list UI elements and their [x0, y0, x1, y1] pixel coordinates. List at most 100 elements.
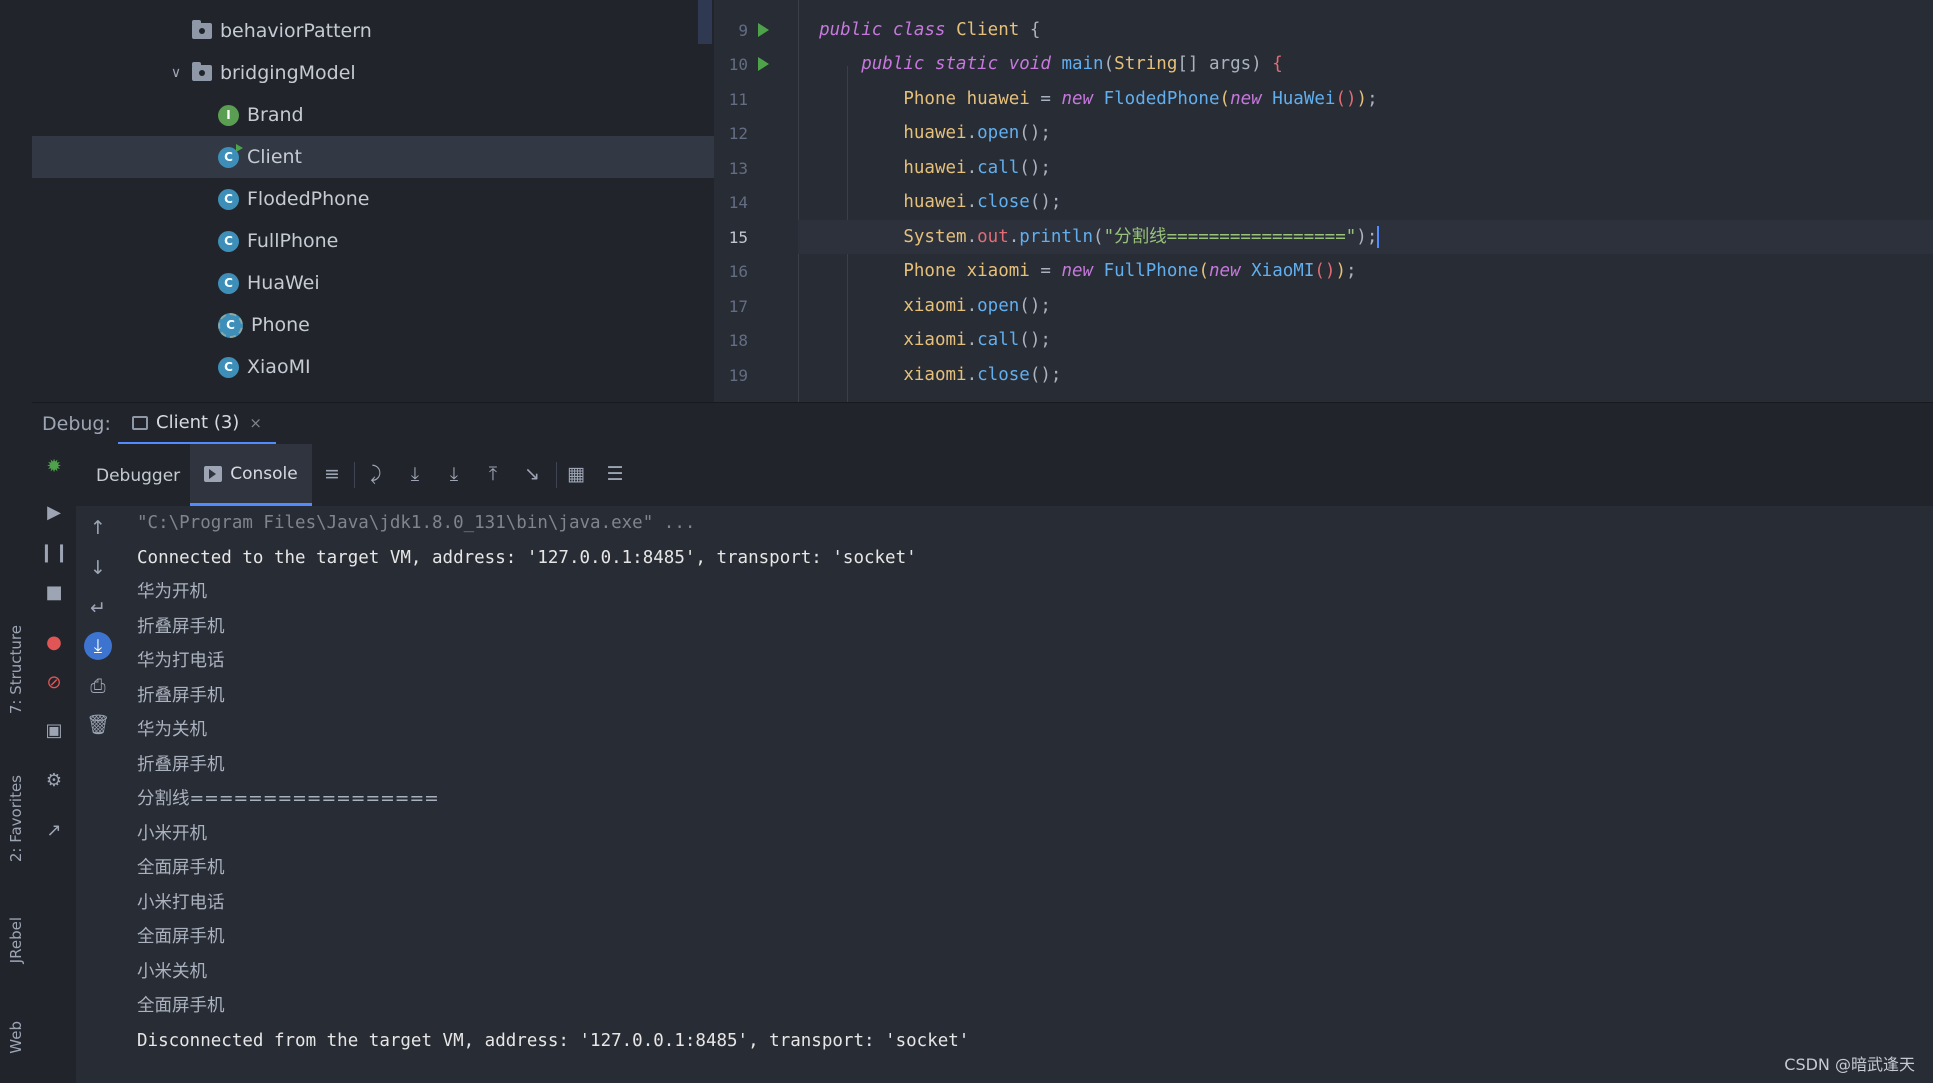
- pause-icon[interactable]: ❙❙: [39, 540, 69, 564]
- console-output-line: 折叠屏手机: [137, 686, 225, 706]
- console-output-line: 全面屏手机: [137, 927, 225, 947]
- jrebel-tab[interactable]: JRebel: [2, 900, 30, 980]
- code-line: huawei.call();: [903, 158, 1051, 178]
- run-icon[interactable]: [758, 57, 769, 71]
- structure-tab-label: 7: Structure: [7, 625, 25, 715]
- jrebel-tab-label: JRebel: [7, 916, 25, 964]
- stop-icon[interactable]: ■: [42, 580, 66, 604]
- gutter-line: 11: [728, 90, 748, 109]
- tree-item-label: Phone: [251, 314, 310, 336]
- step-out-icon[interactable]: ⤒: [481, 462, 505, 486]
- gear-icon[interactable]: ⚙: [42, 768, 66, 792]
- debug-session-tab[interactable]: Client (3) ×: [118, 403, 276, 445]
- abstract-class-icon: C: [218, 312, 243, 338]
- arrow-down-icon[interactable]: ↓: [84, 554, 112, 582]
- console-output-line: 小米打电话: [137, 893, 225, 913]
- web-tab[interactable]: Web: [2, 1002, 30, 1072]
- run-icon[interactable]: [758, 23, 769, 37]
- debug-subtoolbar: Debugger Console ≡ ⤸ ⤓ ⤓ ⤒ ↘ ▦ ☰: [76, 444, 1933, 506]
- favorites-tab[interactable]: 2: Favorites: [2, 760, 30, 878]
- tree-item-label: HuaWei: [247, 272, 320, 294]
- window-icon: [132, 415, 148, 430]
- code-line: huawei.open();: [903, 123, 1051, 143]
- console-output-line: 华为打电话: [137, 651, 225, 671]
- code-line: xiaomi.call();: [903, 330, 1051, 350]
- console-icon: [204, 465, 223, 482]
- debug-session-tab-label: Client (3): [156, 412, 240, 433]
- tree-item-label: FullPhone: [247, 230, 339, 252]
- show-execution-point-icon[interactable]: ≡: [320, 462, 344, 486]
- console-output[interactable]: "C:\Program Files\Java\jdk1.8.0_131\bin\…: [120, 506, 1933, 1083]
- debug-label: Debug:: [42, 413, 111, 435]
- code-editor[interactable]: 9 10 11 12 13 14 15 16 17 18 19 public c…: [698, 0, 1933, 402]
- chevron-down-icon[interactable]: ∨: [166, 65, 186, 81]
- camera-icon[interactable]: ▣: [42, 718, 66, 742]
- close-icon[interactable]: ×: [249, 414, 262, 432]
- console-output-line: 分割线=================: [137, 789, 439, 809]
- code-line: Phone huawei = new FlodedPhone(new HuaWe…: [903, 89, 1378, 109]
- favorites-tab-label: 2: Favorites: [7, 775, 25, 863]
- folder-icon: [192, 20, 212, 39]
- tab-debugger-label: Debugger: [96, 466, 181, 486]
- code-line: public static void main(String[] args) {: [861, 54, 1283, 74]
- gutter-line: 16: [728, 262, 748, 281]
- print-icon[interactable]: ⎙: [84, 672, 112, 700]
- tree-item-label: bridgingModel: [220, 62, 356, 84]
- console-disconnected-line: Disconnected from the target VM, address…: [137, 1031, 970, 1051]
- gutter-line: 9: [714, 13, 798, 47]
- folder-icon: [192, 62, 212, 81]
- arrow-up-icon[interactable]: ↑: [84, 514, 112, 542]
- trace-settings-icon[interactable]: ☰: [603, 462, 627, 486]
- resume-icon[interactable]: ▶: [42, 500, 66, 524]
- tree-item-label: Client: [247, 146, 303, 168]
- editor-gutter: 9 10 11 12 13 14 15 16 17 18 19: [714, 0, 798, 402]
- trash-icon[interactable]: 🗑: [84, 710, 112, 738]
- gutter-line-current: 15: [728, 228, 748, 247]
- toolbar-divider: [556, 462, 557, 488]
- console-output-line: 小米开机: [137, 824, 207, 844]
- tab-console[interactable]: Console: [190, 444, 312, 506]
- scroll-to-end-icon[interactable]: ⤓: [84, 632, 112, 660]
- toolbar-divider: [354, 462, 355, 488]
- evaluate-expression-icon[interactable]: ▦: [564, 462, 588, 486]
- gutter-line: 14: [728, 193, 748, 212]
- debug-tool-window-header: Debug: Client (3) ×: [32, 402, 1933, 446]
- bug-icon[interactable]: ✹: [42, 454, 66, 478]
- gutter-line: 19: [728, 366, 748, 385]
- view-breakpoints-icon[interactable]: ●: [42, 630, 66, 654]
- debug-actions-column: ✹ ▶ ❙❙ ■ ● ⊘ ▣ ⚙ ↗: [32, 444, 76, 1083]
- pin-icon[interactable]: ↗: [42, 818, 66, 842]
- code-line: huawei.close();: [903, 192, 1062, 212]
- structure-tab[interactable]: 7: Structure: [2, 615, 30, 725]
- left-tool-strip: 7: Structure 2: Favorites JRebel Web: [0, 0, 33, 1083]
- gutter-line: 10: [714, 47, 798, 81]
- console-actions-column: ↑ ↓ ↵ ⤓ ⎙ 🗑: [76, 506, 120, 1083]
- console-connected-line: Connected to the target VM, address: '12…: [137, 548, 917, 568]
- mute-breakpoints-icon[interactable]: ⊘: [42, 670, 66, 694]
- run-to-cursor-icon[interactable]: ↘: [520, 462, 544, 486]
- watermark: CSDN @暗武逢天: [1784, 1055, 1915, 1074]
- tree-item-label: Brand: [247, 104, 304, 126]
- separator-string: "分割线=================": [1103, 227, 1357, 247]
- force-step-into-icon[interactable]: ⤓: [442, 462, 466, 486]
- tab-debugger[interactable]: Debugger: [88, 456, 188, 496]
- soft-wrap-icon[interactable]: ↵: [84, 594, 112, 622]
- text-caret: [1377, 226, 1380, 248]
- project-tree: behaviorPattern ∨ bridgingModel I Brand …: [32, 0, 900, 402]
- gutter-line: 13: [728, 159, 748, 178]
- code-line: xiaomi.open();: [903, 296, 1051, 316]
- code-line: Phone xiaomi = new FullPhone(new XiaoMI(…: [903, 261, 1357, 281]
- code-line: xiaomi.close();: [903, 365, 1062, 385]
- web-tab-label: Web: [7, 1020, 25, 1054]
- step-into-icon[interactable]: ⤓: [403, 462, 427, 486]
- console-command-line: "C:\Program Files\Java\jdk1.8.0_131\bin\…: [137, 513, 696, 533]
- tab-console-label: Console: [230, 463, 298, 484]
- console-output-line: 折叠屏手机: [137, 617, 225, 637]
- console-output-line: 全面屏手机: [137, 858, 225, 878]
- class-icon: C: [218, 356, 239, 378]
- console-output-line: 小米关机: [137, 962, 207, 982]
- step-over-icon[interactable]: ⤸: [364, 462, 388, 486]
- gutter-line: 17: [728, 297, 748, 316]
- class-icon: C: [218, 230, 239, 252]
- interface-icon: I: [218, 104, 239, 126]
